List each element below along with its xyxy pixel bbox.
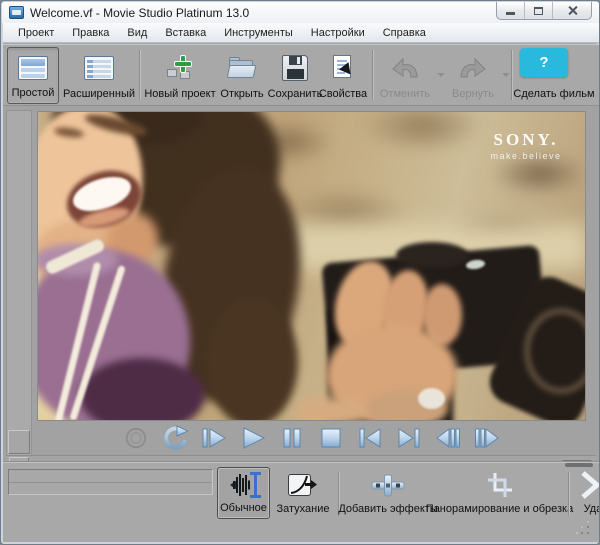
redo-icon: [460, 57, 486, 77]
previous-frame-icon: [436, 428, 460, 448]
app-icon: [9, 6, 24, 19]
pan-crop-button[interactable]: Панорамирование и обрезка: [426, 467, 573, 519]
play-from-start-button[interactable]: [201, 425, 227, 451]
close-icon: [567, 5, 578, 16]
play-button[interactable]: [240, 425, 266, 451]
close-button[interactable]: [553, 2, 591, 19]
go-to-start-button[interactable]: [357, 425, 383, 451]
add-effects-button[interactable]: Добавить эффекты: [338, 467, 438, 519]
play-icon: [243, 427, 266, 449]
undo-button[interactable]: Отменить: [376, 47, 434, 104]
minimize-icon: [506, 12, 515, 15]
save-floppy-icon: [282, 54, 308, 81]
go-to-start-icon: [359, 428, 381, 448]
previous-frame-button[interactable]: [435, 425, 461, 451]
fade-tool-button[interactable]: Затухание: [272, 467, 334, 519]
toolbar-separator: [372, 50, 374, 100]
go-to-end-button[interactable]: [396, 425, 422, 451]
add-effects-icon: [371, 474, 405, 497]
new-project-button[interactable]: Новый проект: [143, 47, 217, 104]
delete-tool-button[interactable]: Уда: [571, 467, 599, 519]
advanced-view-button[interactable]: Расширенный: [61, 47, 137, 104]
main-toolbar: Простой Расширенный Новый проект Открыть…: [3, 44, 599, 105]
menu-project[interactable]: Проект: [9, 24, 63, 42]
open-button[interactable]: Открыть: [217, 47, 267, 104]
menu-bar: Проект Правка Вид Вставка Инструменты На…: [3, 23, 599, 43]
pause-button[interactable]: [279, 425, 305, 451]
resize-grip[interactable]: [575, 520, 591, 536]
new-project-icon: [165, 54, 195, 81]
pan-crop-icon: [487, 473, 512, 497]
sony-watermark: SONY.: [493, 130, 559, 149]
camera-top: [396, 242, 468, 268]
empty-list-panel: [8, 469, 213, 495]
toolbar-separator: [139, 50, 141, 100]
record-icon: [125, 427, 147, 449]
finger-ring: [418, 388, 445, 409]
stop-icon: [321, 428, 341, 448]
video-preview[interactable]: SONY. make.believe: [37, 111, 586, 421]
undo-dropdown-arrow[interactable]: [437, 73, 445, 81]
window-controls: [496, 2, 592, 20]
menu-settings[interactable]: Настройки: [302, 24, 374, 42]
question-mark-icon: ?: [539, 54, 549, 71]
minimize-button[interactable]: [497, 2, 525, 19]
help-bubble[interactable]: ?: [520, 48, 568, 79]
properties-icon: [330, 54, 359, 83]
menu-help[interactable]: Справка: [374, 24, 435, 42]
menu-insert[interactable]: Вставка: [156, 24, 215, 42]
redo-dropdown-arrow[interactable]: [502, 73, 510, 81]
menu-edit[interactable]: Правка: [63, 24, 118, 42]
stop-button[interactable]: [318, 425, 344, 451]
pause-icon: [283, 428, 301, 448]
app-window: Welcome.vf - Movie Studio Platinum 13.0 …: [0, 0, 600, 545]
properties-button[interactable]: Свойства: [317, 47, 369, 104]
next-frame-button[interactable]: [474, 425, 500, 451]
bottom-tool-panel: Обычное Затухание Добавить эффекты Панор…: [3, 461, 599, 542]
make-believe-watermark: make.believe: [490, 151, 562, 161]
title-bar[interactable]: Welcome.vf - Movie Studio Platinum 13.0: [2, 2, 599, 23]
go-to-end-icon: [398, 428, 420, 448]
loop-icon: [163, 425, 188, 450]
open-folder-icon: [226, 56, 257, 80]
advanced-view-icon: [84, 55, 114, 80]
preview-panel: SONY. make.believe: [3, 105, 599, 466]
next-frame-icon: [475, 428, 499, 448]
normal-tool-icon: [225, 471, 263, 499]
save-button[interactable]: Сохранить: [267, 47, 323, 104]
loop-playback-button[interactable]: [162, 425, 188, 451]
dock-strip-button[interactable]: [8, 430, 30, 454]
panel-separator: [568, 472, 570, 516]
simple-view-button[interactable]: Простой: [7, 47, 59, 104]
wrist: [294, 396, 366, 420]
left-dock-strip: [6, 110, 32, 458]
play-from-start-icon: [202, 428, 226, 448]
maximize-icon: [534, 6, 543, 15]
fade-tool-icon: [288, 472, 318, 498]
woman-hair: [206, 297, 298, 420]
normal-tool-button[interactable]: Обычное: [217, 467, 270, 519]
record-button[interactable]: [123, 425, 149, 451]
maximize-button[interactable]: [525, 2, 553, 19]
redo-button[interactable]: Вернуть: [447, 47, 499, 104]
transport-bar: [37, 421, 586, 455]
menu-view[interactable]: Вид: [118, 24, 156, 42]
simple-view-icon: [18, 55, 48, 80]
chevron-right-icon: [581, 471, 599, 499]
menu-tools[interactable]: Инструменты: [215, 24, 302, 42]
undo-icon: [392, 57, 418, 77]
window-title: Welcome.vf - Movie Studio Platinum 13.0: [30, 5, 250, 20]
